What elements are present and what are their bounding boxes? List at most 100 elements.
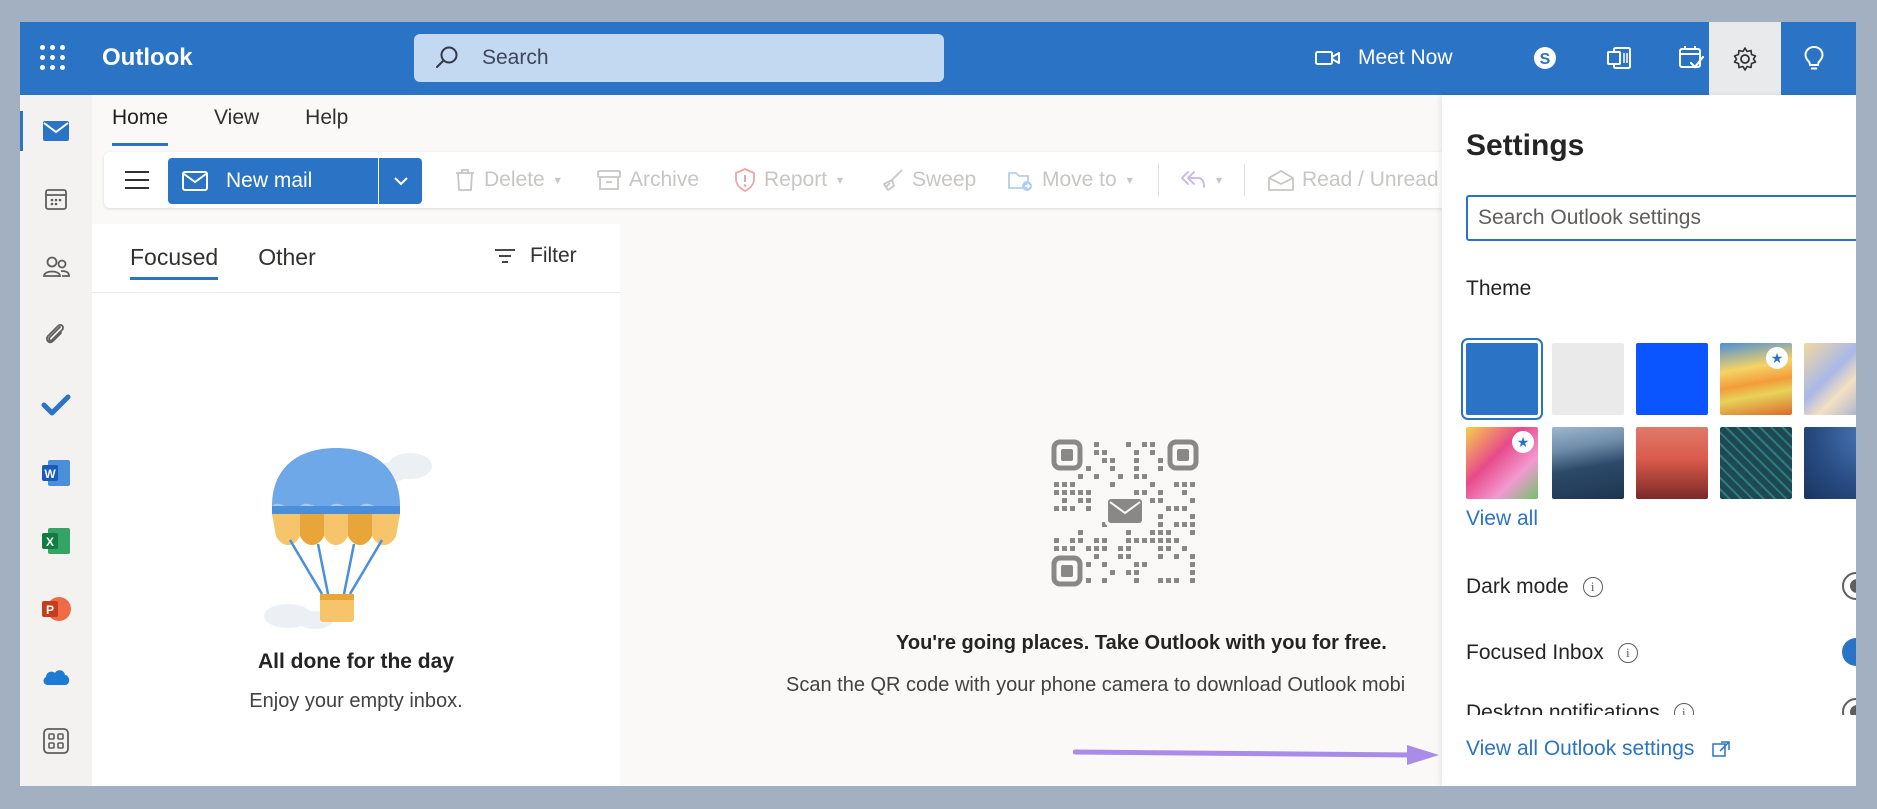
archive-icon	[597, 170, 621, 190]
annotation-arrow	[1073, 745, 1439, 765]
powerpoint-icon[interactable]: P	[32, 585, 80, 633]
tab-home[interactable]: Home	[112, 106, 169, 146]
settings-panel: Settings Theme ★ ★ View all Dark mode i …	[1442, 95, 1856, 786]
open-envelope-icon	[1268, 170, 1294, 191]
theme-abstract-swatch[interactable]	[1804, 343, 1856, 415]
dark-mode-label: Dark mode	[1466, 575, 1569, 598]
sweep-button[interactable]: Sweep	[880, 162, 976, 198]
meet-now-label: Meet Now	[1358, 46, 1453, 69]
filter-button[interactable]: Filter	[494, 244, 577, 268]
app-title[interactable]: Outlook	[102, 44, 193, 72]
theme-sunset-swatch[interactable]: ★	[1720, 343, 1792, 415]
onedrive-icon[interactable]	[32, 653, 80, 701]
excel-icon[interactable]: X	[32, 517, 80, 565]
info-icon[interactable]: i	[1617, 643, 1638, 663]
hamburger-menu-icon[interactable]	[124, 168, 150, 192]
calendar-icon[interactable]	[32, 175, 80, 223]
move-to-label: Move to	[1042, 168, 1117, 191]
chevron-down-icon: ▾	[1126, 173, 1133, 187]
video-camera-icon	[1315, 51, 1340, 65]
filter-icon	[495, 249, 515, 263]
svg-text:W: W	[44, 467, 56, 481]
tab-help[interactable]: Help	[305, 106, 348, 146]
active-indicator	[20, 111, 23, 151]
theme-dark-blue-swatch[interactable]	[1804, 427, 1856, 499]
gear-icon	[1733, 46, 1757, 71]
focused-inbox-toggle[interactable]	[1842, 638, 1856, 666]
dark-mode-row: Dark mode i	[1466, 575, 1603, 599]
archive-button[interactable]: Archive	[597, 162, 699, 198]
report-label: Report	[764, 168, 828, 191]
star-icon: ★	[1766, 347, 1788, 369]
todo-icon[interactable]	[32, 381, 80, 429]
dark-mode-toggle[interactable]	[1842, 572, 1856, 600]
more-apps-icon[interactable]	[32, 717, 80, 765]
empty-state-subtitle: Enjoy your empty inbox.	[249, 690, 463, 712]
read-unread-button[interactable]: Read / Unread	[1268, 162, 1439, 198]
lightbulb-icon[interactable]	[1792, 36, 1836, 80]
theme-label: Theme	[1466, 277, 1532, 300]
new-mail-button[interactable]: New mail	[168, 158, 378, 204]
calendar-check-icon[interactable]	[1669, 36, 1713, 80]
theme-light-gray-swatch[interactable]	[1552, 343, 1624, 415]
empty-state-title: All done for the day	[257, 650, 454, 673]
chevron-down-icon: ▾	[1216, 173, 1223, 187]
delete-label: Delete	[484, 168, 545, 191]
report-button[interactable]: Report ▾	[734, 162, 843, 198]
settings-title: Settings	[1466, 129, 1585, 162]
mail-icon[interactable]	[32, 107, 80, 155]
svg-text:X: X	[46, 535, 54, 549]
envelope-icon	[182, 171, 208, 191]
ribbon-divider	[1158, 164, 1159, 196]
settings-search-input[interactable]	[1466, 195, 1856, 241]
theme-circuit-swatch[interactable]	[1720, 427, 1792, 499]
delete-button[interactable]: Delete ▾	[454, 162, 561, 198]
focused-inbox-label: Focused Inbox	[1466, 641, 1604, 664]
skype-icon[interactable]: S	[1523, 36, 1567, 80]
tab-focused[interactable]: Focused	[130, 244, 219, 280]
people-icon[interactable]	[32, 243, 80, 291]
tab-other[interactable]: Other	[258, 244, 316, 280]
view-all-outlook-settings-label: View all Outlook settings	[1466, 737, 1695, 760]
message-list-pane: Focused Other Filter All done for the da…	[92, 224, 620, 786]
move-to-button[interactable]: Move to ▾	[1008, 162, 1133, 198]
svg-text:S: S	[1540, 51, 1551, 68]
reply-button[interactable]: ▾	[1180, 162, 1222, 198]
theme-coast-swatch[interactable]	[1552, 427, 1624, 499]
new-mail-dropdown-button[interactable]	[379, 158, 422, 204]
shield-icon	[735, 168, 755, 192]
settings-gear-button[interactable]	[1709, 22, 1781, 95]
reply-all-icon	[1181, 171, 1205, 188]
search-box[interactable]	[414, 34, 944, 82]
promo-subtitle: Scan the QR code with your phone camera …	[786, 674, 1406, 696]
word-icon[interactable]: W	[32, 449, 80, 497]
new-mail-label: New mail	[226, 169, 313, 192]
theme-blue-swatch[interactable]	[1461, 338, 1543, 420]
app-launcher-icon[interactable]	[40, 45, 66, 71]
tab-view[interactable]: View	[214, 106, 259, 146]
theme-bright-blue-swatch[interactable]	[1636, 343, 1708, 415]
search-icon	[436, 46, 458, 68]
open-in-new-window-icon	[1712, 741, 1731, 757]
star-icon: ★	[1512, 431, 1534, 453]
broom-icon	[883, 169, 903, 191]
chevron-down-icon	[393, 177, 408, 186]
read-unread-label: Read / Unread	[1302, 168, 1439, 191]
folder-move-icon	[1008, 172, 1032, 191]
office-icon[interactable]	[1597, 36, 1641, 80]
inbox-pivot: Focused Other	[130, 244, 316, 280]
meet-now-button[interactable]: Meet Now	[1314, 38, 1453, 78]
info-icon[interactable]: i	[1582, 577, 1603, 597]
view-all-themes-link[interactable]: View all	[1466, 507, 1538, 531]
theme-flower-swatch[interactable]: ★	[1466, 427, 1538, 499]
qr-code-image	[1051, 439, 1199, 587]
top-bar: Outlook Meet Now S	[20, 22, 1856, 95]
view-all-outlook-settings-link[interactable]: View all Outlook settings	[1466, 737, 1731, 761]
ribbon-tabs: Home View Help	[112, 106, 348, 146]
search-input[interactable]	[482, 34, 922, 82]
ribbon-toolbar: New mail Delete ▾ Archive Report ▾ Sweep…	[104, 152, 1464, 208]
sweep-label: Sweep	[912, 168, 977, 191]
theme-palms-swatch[interactable]	[1636, 427, 1708, 499]
attachment-icon[interactable]	[32, 311, 80, 359]
trash-icon	[456, 169, 474, 191]
